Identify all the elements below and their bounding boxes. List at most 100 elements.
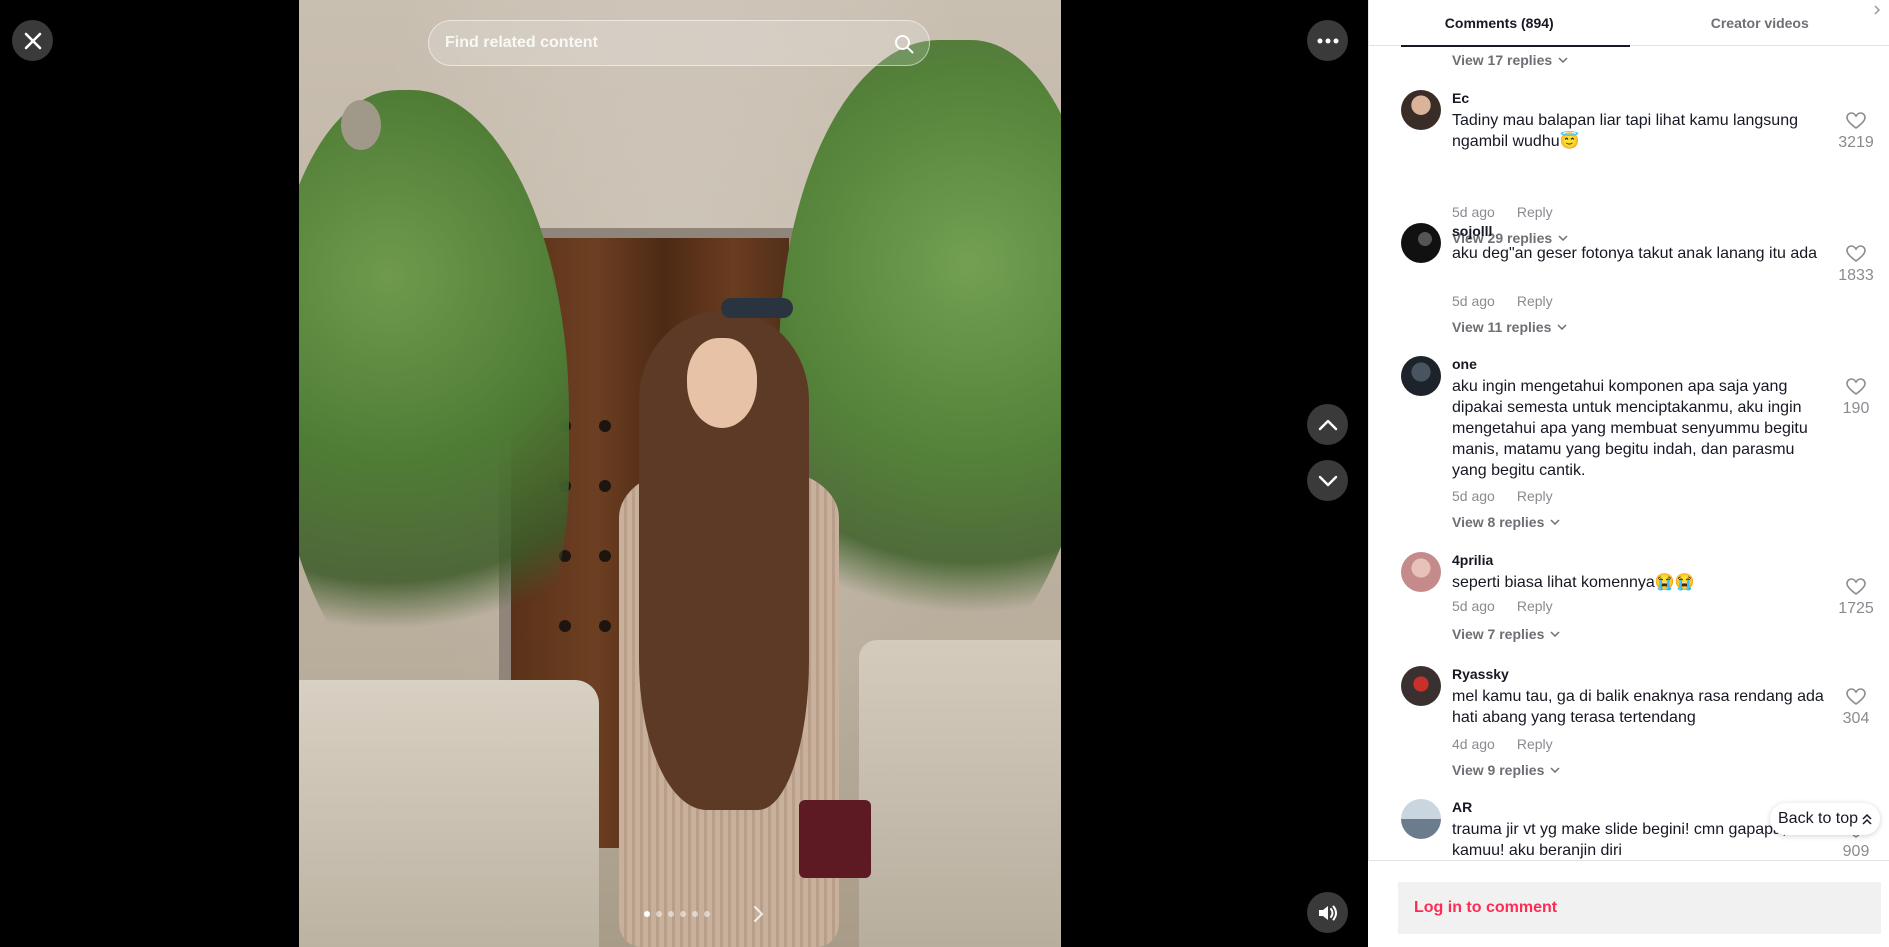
media-viewer [0,0,1368,947]
reply-button[interactable]: Reply [1517,736,1553,752]
view-replies-button[interactable]: View 17 replies [1452,52,1568,68]
comment-meta: 5d ago Reply [1452,598,1553,614]
view-replies-label: View 11 replies [1452,319,1552,335]
bird [341,100,381,150]
more-icon [1317,38,1338,43]
view-replies-button[interactable]: View 8 replies [1452,514,1560,530]
chevron-down-icon [1550,519,1560,525]
close-icon [24,32,41,49]
comment-meta: 5d ago Reply [1452,293,1553,309]
comment-meta: 4d ago Reply [1452,736,1553,752]
reply-button[interactable]: Reply [1517,293,1553,309]
avatar[interactable] [1401,356,1441,396]
handbag [799,800,871,878]
reply-button[interactable]: Reply [1517,598,1553,614]
like-count: 190 [1842,400,1870,417]
previous-post-button[interactable] [1307,404,1348,445]
avatar[interactable] [1401,552,1441,592]
slide-dot[interactable] [668,911,674,917]
search-bar[interactable] [428,20,930,66]
planter-left [299,680,599,947]
avatar[interactable] [1401,223,1441,263]
comment-username[interactable]: one [1452,356,1477,372]
comment-time: 5d ago [1452,204,1495,220]
like-control[interactable]: 3219 [1834,112,1878,152]
comment-text: aku deg"an geser fotonya takut anak lana… [1452,245,1818,262]
reply-button[interactable]: Reply [1517,204,1553,220]
heart-icon[interactable] [1846,112,1866,130]
search-icon[interactable] [893,33,915,55]
search-input[interactable] [445,34,865,52]
avatar[interactable] [1401,90,1441,130]
login-to-comment-button[interactable]: Log in to comment [1398,882,1881,934]
chevron-down-icon [1550,631,1560,637]
slide-dot[interactable] [656,911,662,917]
comment-username[interactable]: AR [1452,799,1472,815]
slide-indicator [644,911,710,917]
slide-dot[interactable] [692,911,698,917]
comment-footer: Log in to comment [1368,860,1889,947]
comment-list: View 17 replies Ec Tadiny mau balapan li… [1369,46,1889,860]
comment-username[interactable]: Ec [1452,90,1469,106]
view-replies-label: View 7 replies [1452,626,1545,642]
comment-time: 5d ago [1452,293,1495,309]
slide-dot[interactable] [704,911,710,917]
like-control[interactable]: 190 [1834,378,1878,418]
slide-dot[interactable] [680,911,686,917]
chevron-down-icon [1558,57,1568,63]
sunglasses [721,298,793,318]
panel-toggle-icon[interactable] [1873,4,1881,16]
like-count: 1725 [1838,600,1874,617]
comment-username[interactable]: sojolll [1452,223,1492,239]
face [687,338,757,428]
comment-meta: 5d ago Reply [1452,488,1553,504]
like-control[interactable]: 1833 [1834,245,1878,285]
tab-creator-videos[interactable]: Creator videos [1630,0,1889,46]
double-chevron-up-icon [1862,813,1872,825]
like-control[interactable]: 304 [1834,688,1878,728]
chevron-up-icon [1318,419,1337,430]
view-replies-label: View 8 replies [1452,514,1545,530]
heart-icon[interactable] [1846,688,1866,706]
view-replies-button[interactable]: View 9 replies [1452,762,1560,778]
view-replies-label: View 17 replies [1452,52,1553,68]
chevron-down-icon [1558,235,1568,241]
view-replies-button[interactable]: View 11 replies [1452,319,1567,335]
next-post-button[interactable] [1307,460,1348,501]
slide-dot[interactable] [644,911,650,917]
like-count: 1833 [1838,267,1874,284]
comment-username[interactable]: Ryassky [1452,666,1509,682]
like-control[interactable]: 1725 [1834,578,1878,618]
planter-right [859,640,1061,947]
comment-time: 4d ago [1452,736,1495,752]
view-replies-button[interactable]: View 7 replies [1452,626,1560,642]
back-to-top-label: Back to top [1778,810,1859,827]
comment-text: mel kamu tau, ga di balik enaknya rasa r… [1452,688,1824,726]
view-replies-label: View 9 replies [1452,762,1545,778]
chevron-down-icon [1318,475,1337,486]
chevron-down-icon [1550,767,1560,773]
back-to-top-button[interactable]: Back to top [1770,803,1881,835]
close-button[interactable] [12,20,53,61]
comment-text: seperti biasa lihat komennya😭😭 [1452,574,1695,591]
volume-icon [1318,905,1337,920]
door-stud [559,620,571,632]
chevron-down-icon [1557,324,1567,330]
comment-time: 5d ago [1452,598,1495,614]
heart-icon[interactable] [1846,245,1866,263]
comment-meta: 5d ago Reply [1452,204,1553,220]
more-options-button[interactable] [1307,20,1348,61]
avatar[interactable] [1401,666,1441,706]
comment-username[interactable]: 4prilia [1452,552,1493,568]
avatar[interactable] [1401,799,1441,839]
reply-button[interactable]: Reply [1517,488,1553,504]
like-count: 909 [1842,843,1870,860]
sound-button[interactable] [1307,892,1348,933]
heart-icon[interactable] [1846,578,1866,596]
panel-tabs: Comments (894) Creator videos [1369,0,1889,47]
post-photo [299,0,1061,947]
chevron-right-icon[interactable] [748,904,768,924]
tab-comments[interactable]: Comments (894) [1369,0,1630,47]
heart-icon[interactable] [1846,378,1866,396]
like-count: 3219 [1838,134,1874,151]
